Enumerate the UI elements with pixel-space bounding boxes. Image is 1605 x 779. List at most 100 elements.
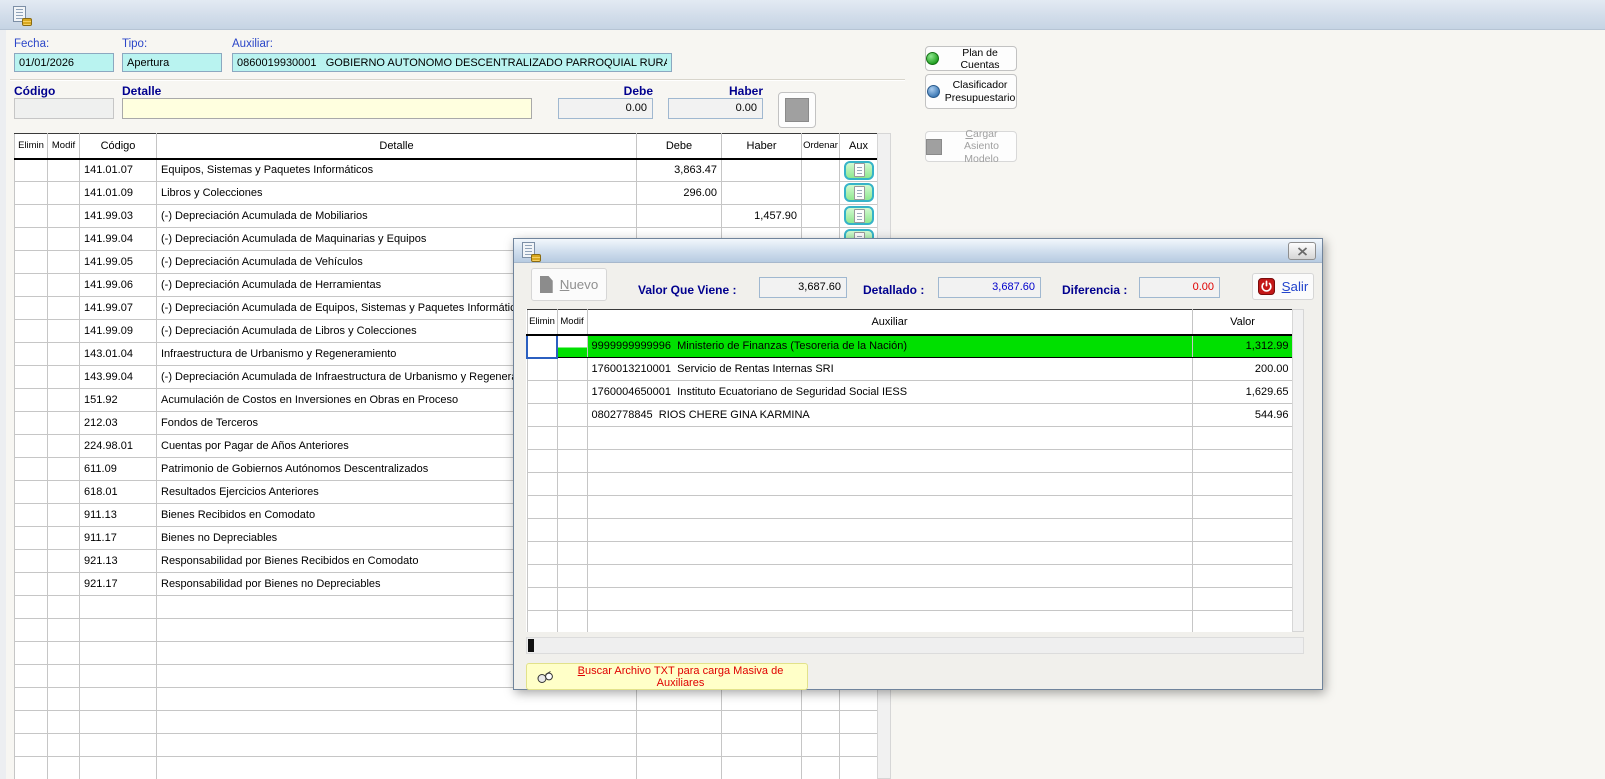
aux-row-empty[interactable] (527, 496, 1292, 519)
aux-row-selected[interactable]: 9999999999996 Ministerio de Finanzas (Te… (527, 335, 1292, 358)
valor-cell (1192, 519, 1292, 542)
journal-row-empty[interactable] (15, 757, 878, 779)
scrollbar-thumb[interactable] (528, 639, 534, 652)
buscar-txt-button[interactable]: Buscar Archivo TXT para carga Masiva de … (526, 663, 808, 690)
valor-cell: 200.00 (1192, 358, 1292, 381)
elimin-cell (15, 412, 48, 435)
codigo-cell: 143.99.04 (80, 366, 157, 389)
elimin-cell (527, 519, 557, 542)
dialog-close-button[interactable] (1288, 242, 1316, 260)
debe-cell (637, 688, 722, 711)
tipo-input[interactable] (122, 53, 222, 72)
journal-row-empty[interactable] (15, 734, 878, 757)
journal-coins-icon (13, 6, 28, 24)
aux-cell (840, 205, 878, 228)
aux-row-empty[interactable] (527, 450, 1292, 473)
elimin-cell (15, 228, 48, 251)
auxiliar-input[interactable] (232, 53, 672, 72)
modif-cell (48, 435, 80, 458)
green-sphere-icon (926, 52, 939, 65)
auxiliar-cell (587, 427, 1192, 450)
detalle-label: Detalle (122, 84, 161, 98)
haber-cell (722, 182, 802, 205)
detalle-input[interactable] (122, 98, 532, 119)
codigo-cell: 911.17 (80, 527, 157, 550)
ordenar-cell (802, 205, 840, 228)
modif-cell (557, 611, 587, 633)
aux-detail-button[interactable] (844, 206, 874, 225)
elimin-cell (15, 527, 48, 550)
column-header-modif: Modif (48, 134, 80, 159)
entry-action-button[interactable] (778, 92, 816, 128)
dialog-grid-horizontal-scrollbar[interactable] (526, 637, 1304, 654)
auxiliar-cell: 0802778845 RIOS CHERE GINA KARMINA (587, 404, 1192, 427)
valor-cell: 1,629.65 (1192, 381, 1292, 404)
journal-row-empty[interactable] (15, 711, 878, 734)
detalle-cell (157, 688, 637, 711)
aux-row-empty[interactable] (527, 519, 1292, 542)
tipo-label: Tipo: (122, 38, 147, 50)
journal-row-empty[interactable] (15, 688, 878, 711)
cargar-asiento-modelo-button[interactable]: Cargar Asiento Modelo (925, 131, 1017, 162)
aux-row-empty[interactable] (527, 565, 1292, 588)
valor-cell (1192, 611, 1292, 633)
aux-row[interactable]: 1760004650001 Instituto Ecuatoriano de S… (527, 381, 1292, 404)
codigo-cell: 911.13 (80, 504, 157, 527)
codigo-cell: 141.99.06 (80, 274, 157, 297)
codigo-cell: 212.03 (80, 412, 157, 435)
elimin-cell (527, 335, 557, 358)
auxiliar-label: Auxiliar: (232, 38, 273, 50)
journal-row[interactable]: 141.01.09Libros y Colecciones296.00 (15, 182, 878, 205)
codigo-cell (80, 596, 157, 619)
modif-cell (48, 389, 80, 412)
modif-cell (48, 734, 80, 757)
codigo-cell: 141.99.07 (80, 297, 157, 320)
auxiliar-cell: 1760013210001 Servicio de Rentas Interna… (587, 358, 1192, 381)
ordenar-cell (802, 688, 840, 711)
valor-cell: 544.96 (1192, 404, 1292, 427)
codigo-cell: 141.99.05 (80, 251, 157, 274)
auxiliar-cell: 9999999999996 Ministerio de Finanzas (Te… (587, 335, 1192, 358)
elimin-cell (15, 205, 48, 228)
aux-row-empty[interactable] (527, 427, 1292, 450)
journal-row[interactable]: 141.99.03(-) Depreciación Acumulada de M… (15, 205, 878, 228)
aux-row-empty[interactable] (527, 588, 1292, 611)
dialog-titlebar (514, 239, 1322, 263)
codigo-input[interactable] (14, 98, 114, 119)
elimin-cell (15, 481, 48, 504)
aux-detail-button[interactable] (844, 161, 874, 180)
fecha-input[interactable] (14, 53, 114, 72)
elimin-cell (15, 665, 48, 688)
aux-cell (840, 182, 878, 205)
clasificador-presupuestario-button[interactable]: Clasificador Presupuestario (925, 74, 1017, 109)
nuevo-button[interactable]: Nuevo (531, 268, 607, 301)
codigo-cell: 611.09 (80, 458, 157, 481)
detalle-cell: Equipos, Sistemas y Paquetes Informático… (157, 159, 637, 182)
debe-cell (637, 757, 722, 779)
nuevo-label: Nuevo (560, 277, 599, 292)
journal-coins-icon (522, 242, 537, 260)
elimin-cell (527, 404, 557, 427)
codigo-cell: 141.01.07 (80, 159, 157, 182)
aux-row[interactable]: 0802778845 RIOS CHERE GINA KARMINA544.96 (527, 404, 1292, 427)
aux-row-empty[interactable] (527, 611, 1292, 633)
column-header-ordenar: Ordenar (802, 134, 840, 159)
codigo-cell: 141.01.09 (80, 182, 157, 205)
auxiliar-cell: 1760004650001 Instituto Ecuatoriano de S… (587, 381, 1192, 404)
debe-cell (637, 205, 722, 228)
aux-row-empty[interactable] (527, 542, 1292, 565)
haber-label: Haber (670, 84, 763, 98)
salir-button[interactable]: Salir (1252, 273, 1314, 300)
journal-row[interactable]: 141.01.07Equipos, Sistemas y Paquetes In… (15, 159, 878, 182)
elimin-cell (15, 320, 48, 343)
aux-row-empty[interactable] (527, 473, 1292, 496)
modif-cell (48, 458, 80, 481)
dialog-grid-vertical-scrollbar[interactable] (1292, 309, 1304, 632)
aux-row[interactable]: 1760013210001 Servicio de Rentas Interna… (527, 358, 1292, 381)
elimin-cell (527, 427, 557, 450)
aux-cell (840, 159, 878, 182)
valor-cell (1192, 565, 1292, 588)
plan-de-cuentas-button[interactable]: Plan de Cuentas (925, 46, 1017, 71)
gray-square-icon (785, 98, 809, 122)
aux-detail-button[interactable] (844, 183, 874, 202)
